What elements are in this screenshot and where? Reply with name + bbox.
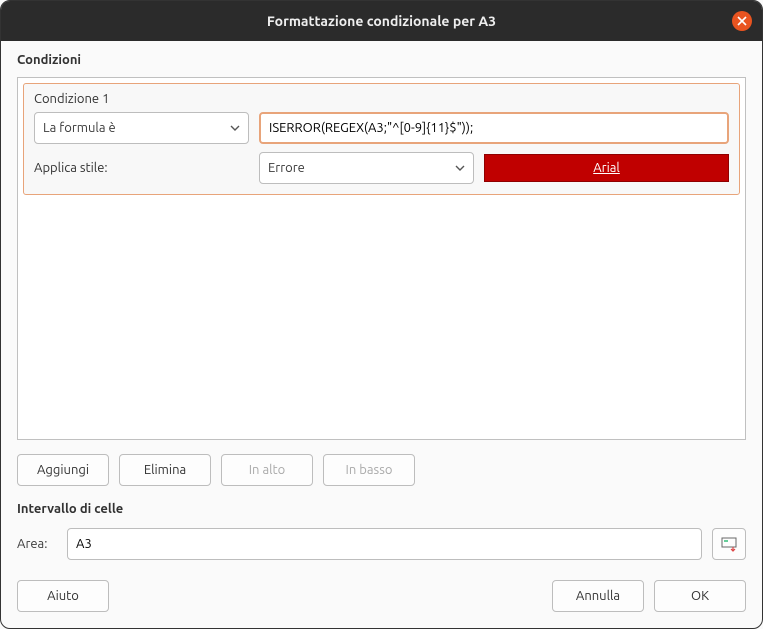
close-icon [737,16,747,26]
condition-type-label: La formula è [43,121,116,135]
dialog-content: Condizioni Condizione 1 La formula è App… [1,41,762,628]
condition-type-dropdown[interactable]: La formula è [34,112,249,144]
dialog-window: Formattazione condizionale per A3 Condiz… [0,0,763,629]
formula-input[interactable] [259,112,729,144]
cancel-button[interactable]: Annulla [552,580,644,612]
chevron-down-icon [455,163,465,173]
move-up-button[interactable]: In alto [221,454,313,486]
close-button[interactable] [732,11,752,31]
range-label: Area: [17,537,57,551]
range-input[interactable] [67,528,702,560]
style-dropdown-label: Errore [268,161,305,175]
shrink-button[interactable] [712,528,746,560]
style-preview: Arial [484,154,729,182]
style-preview-text: Arial [593,161,620,175]
ok-button[interactable]: OK [654,580,746,612]
range-heading: Intervallo di celle [17,502,746,516]
delete-button[interactable]: Elimina [119,454,211,486]
dialog-title: Formattazione condizionale per A3 [267,13,496,29]
dialog-footer: Aiuto Annulla OK [17,580,746,612]
shrink-icon [721,536,737,552]
titlebar: Formattazione condizionale per A3 [1,1,762,41]
help-button[interactable]: Aiuto [17,580,109,612]
style-dropdown[interactable]: Errore [259,152,474,184]
conditions-frame: Condizione 1 La formula è Applica stile:… [17,77,746,440]
add-button[interactable]: Aggiungi [17,454,109,486]
move-down-button[interactable]: In basso [323,454,415,486]
apply-style-label: Applica stile: [34,161,249,175]
condition-button-row: Aggiungi Elimina In alto In basso [17,454,746,486]
chevron-down-icon [230,123,240,133]
condition-item[interactable]: Condizione 1 La formula è Applica stile:… [23,83,740,195]
conditions-heading: Condizioni [17,53,746,67]
condition-title: Condizione 1 [34,92,729,106]
range-row: Area: [17,528,746,560]
